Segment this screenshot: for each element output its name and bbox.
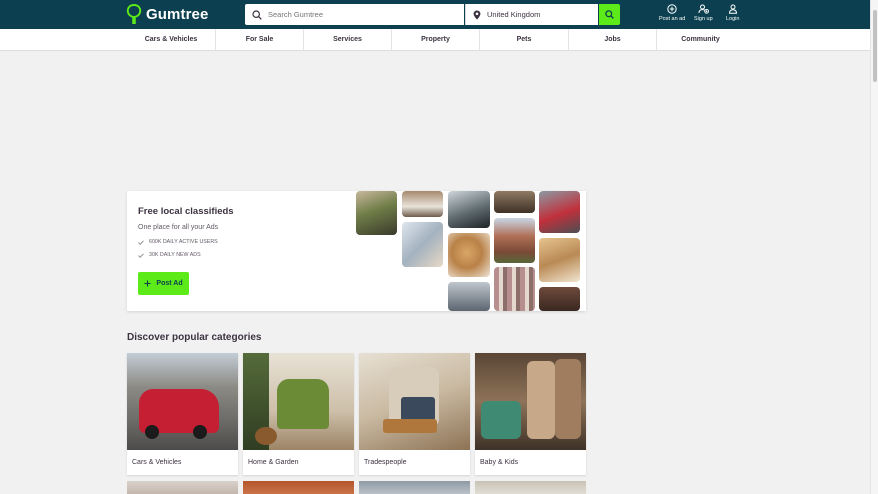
page-scrollbar[interactable] [870,0,878,494]
hero-stat-users-text: 600K DAILY ACTIVE USERS [149,239,218,245]
hero-stat-ads: 30K DAILY NEW ADS [138,252,201,258]
post-an-ad-label: Post an ad [659,16,686,22]
basket-shape [255,427,277,445]
nav-item-property[interactable]: Property [392,29,480,50]
logo-text: Gumtree [146,5,209,23]
hero-stat-users: 600K DAILY ACTIVE USERS [138,239,218,245]
check-garment-shape [555,359,581,439]
sign-up-button[interactable]: Sign up [694,4,713,22]
nav-item-pets[interactable]: Pets [480,29,569,50]
category-label: Cars & Vehicles [132,459,182,466]
tool-shape [401,397,435,421]
category-card-partial[interactable] [127,481,238,494]
post-ad-label: Post Ad [156,280,183,287]
hero-card: Free local classifieds One place for all… [127,191,586,311]
category-card-partial[interactable] [475,481,586,494]
post-an-ad-button[interactable]: Post an ad [659,4,685,22]
collage-photo-clothes [494,267,535,311]
check-icon [138,239,144,245]
hero-stat-ads-text: 30K DAILY NEW ADS [149,252,201,258]
location-box[interactable] [465,4,598,25]
gumtree-logo[interactable]: Gumtree [126,4,208,24]
category-nav: Cars & Vehicles For Sale Services Proper… [0,29,870,51]
green-tin-shape [481,401,521,439]
scrollbar-thumb[interactable] [873,10,877,82]
category-image-tradespeople [359,353,470,450]
collage-photo-house [494,218,535,263]
category-card-baby-kids[interactable]: Baby & Kids [475,353,586,475]
categories-heading: Discover popular categories [127,332,262,343]
location-pin-icon [473,10,481,20]
hero-subtitle: One place for all your Ads [138,224,219,231]
category-image-home-garden [243,353,354,450]
plus-circle-icon [667,4,677,14]
login-button[interactable]: Login [726,4,739,22]
car-wheel-shape [193,425,207,439]
sign-up-label: Sign up [694,16,713,22]
tool-belt-shape [383,419,437,433]
nav-item-services[interactable]: Services [304,29,392,50]
location-input[interactable] [487,10,597,19]
collage-photo-car [539,191,580,233]
category-label: Home & Garden [248,459,299,466]
knit-garment-shape [527,361,555,439]
category-card-partial[interactable] [243,481,354,494]
collage-photo-desk [402,191,443,217]
search-button[interactable] [599,4,620,25]
plus-icon [144,280,151,287]
post-ad-button[interactable]: Post Ad [138,272,189,295]
user-icon [728,4,737,14]
category-card-home-garden[interactable]: Home & Garden [243,353,354,475]
category-image-cars [127,353,238,450]
search-icon [252,9,262,20]
collage-photo-furniture [539,287,580,311]
tree-logo-icon [126,4,142,24]
search-box[interactable] [245,4,464,25]
top-header: Gumtree Post an ad [0,0,870,29]
collage-photo-gadget [448,191,490,228]
login-label: Login [726,16,740,22]
category-card-tradespeople[interactable]: Tradespeople [359,353,470,475]
nav-item-jobs[interactable]: Jobs [569,29,657,50]
nav-item-for-sale[interactable]: For Sale [216,29,304,50]
search-input[interactable] [268,10,448,19]
collage-photo-armchair [356,191,397,235]
nav-item-cars-vehicles[interactable]: Cars & Vehicles [127,29,216,50]
collage-photo-appliance [448,282,490,311]
nav-item-community[interactable]: Community [657,29,744,50]
collage-photo-dog [448,233,490,277]
category-label: Tradespeople [364,459,407,466]
category-label: Baby & Kids [480,459,519,466]
category-card-partial[interactable] [359,481,470,494]
collage-photo-interior [494,191,535,213]
collage-photo-tradesperson [539,238,580,282]
category-card-cars-vehicles[interactable]: Cars & Vehicles [127,353,238,475]
add-user-icon [698,4,709,14]
category-image-baby-kids [475,353,586,450]
car-wheel-shape [145,425,159,439]
search-icon [605,10,614,19]
green-armchair-shape [277,379,329,429]
check-icon [138,252,144,258]
hero-title: Free local classifieds [138,206,234,217]
collage-photo-handshake [402,222,443,267]
